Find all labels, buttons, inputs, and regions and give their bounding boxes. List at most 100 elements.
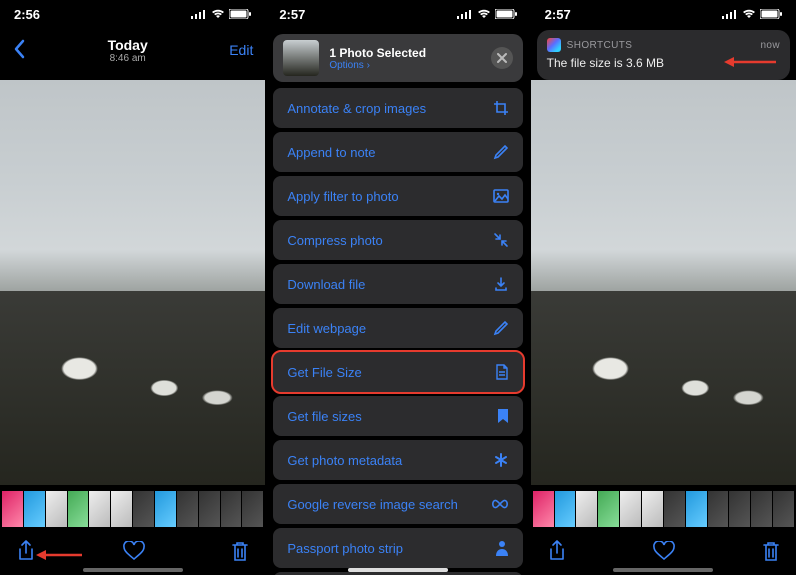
shortcut-action-label: Apply filter to photo — [287, 189, 398, 204]
thumbnail[interactable] — [620, 491, 641, 527]
share-button[interactable] — [16, 539, 36, 563]
share-button[interactable] — [547, 539, 567, 563]
nav-bar: Today 8:46 am Edit — [0, 28, 265, 72]
shortcut-action-label: Compress photo — [287, 233, 382, 248]
thumbnail[interactable] — [773, 491, 794, 527]
nav-title: Today 8:46 am — [108, 37, 148, 64]
shortcut-action[interactable]: Get File Size — [273, 352, 522, 392]
shortcut-actions-list: Annotate & crop images Append to note Appl… — [273, 88, 522, 575]
picture-icon — [491, 189, 509, 203]
photo-viewer[interactable] — [0, 80, 265, 485]
photo-viewer[interactable] — [531, 80, 796, 485]
thumbnail[interactable] — [242, 491, 263, 527]
thumbnail-strip[interactable] — [0, 491, 265, 527]
thumbnail[interactable] — [89, 491, 110, 527]
thumbnail[interactable] — [155, 491, 176, 527]
thumbnail[interactable] — [177, 491, 198, 527]
status-time: 2:57 — [279, 7, 305, 22]
status-time: 2:56 — [14, 7, 40, 22]
shortcut-action[interactable]: Get file sizes — [273, 396, 522, 436]
pencil-icon — [491, 144, 509, 160]
selected-title: 1 Photo Selected — [329, 46, 426, 60]
shortcut-action-label: Annotate & crop images — [287, 101, 426, 116]
nav-title-text: Today — [108, 37, 148, 53]
compress-icon — [491, 232, 509, 248]
status-icons — [457, 9, 517, 19]
edit-button[interactable]: Edit — [213, 42, 253, 58]
notification-header: SHORTCUTS now — [547, 38, 780, 52]
selected-item-header: 1 Photo Selected Options › — [273, 34, 522, 82]
signal-icon — [191, 9, 207, 19]
thumbnail[interactable] — [533, 491, 554, 527]
crop-icon — [491, 100, 509, 116]
thumbnail[interactable] — [598, 491, 619, 527]
home-indicator[interactable] — [613, 568, 713, 572]
wifi-icon — [211, 9, 225, 19]
thumbnail[interactable] — [686, 491, 707, 527]
shortcut-action-label: Get photo metadata — [287, 453, 402, 468]
share-icon — [547, 539, 567, 563]
screen-share-sheet: 2:57 1 Photo Selected Options › Annotate… — [265, 0, 530, 575]
notification-timestamp: now — [760, 40, 780, 51]
signal-icon — [457, 9, 473, 19]
shortcut-action[interactable]: Download file — [273, 264, 522, 304]
thumbnail[interactable] — [68, 491, 89, 527]
status-icons — [191, 9, 251, 19]
wifi-icon — [477, 9, 491, 19]
notification-app-name: SHORTCUTS — [567, 40, 633, 51]
status-bar: 2:57 — [265, 0, 530, 28]
thumbnail[interactable] — [199, 491, 220, 527]
person-icon — [491, 540, 509, 556]
infinity-icon — [491, 498, 509, 510]
wifi-icon — [742, 9, 756, 19]
notification-banner[interactable]: SHORTCUTS now The file size is 3.6 MB — [537, 30, 790, 80]
shortcuts-app-icon — [547, 38, 561, 52]
annotation-arrow — [724, 56, 776, 68]
chevron-left-icon — [12, 39, 26, 59]
close-button[interactable] — [491, 47, 513, 69]
bookmark-icon — [491, 408, 509, 424]
thumbnail[interactable] — [576, 491, 597, 527]
thumbnail[interactable] — [133, 491, 154, 527]
thumbnail[interactable] — [729, 491, 750, 527]
thumbnail[interactable] — [664, 491, 685, 527]
thumbnail[interactable] — [751, 491, 772, 527]
thumbnail-strip[interactable] — [531, 491, 796, 527]
shortcut-action[interactable]: Append to note — [273, 132, 522, 172]
favorite-button[interactable] — [653, 541, 675, 561]
thumbnail[interactable] — [555, 491, 576, 527]
home-indicator[interactable] — [348, 568, 448, 572]
favorite-button[interactable] — [123, 541, 145, 561]
selected-text: 1 Photo Selected Options › — [329, 46, 426, 71]
thumbnail[interactable] — [46, 491, 67, 527]
thumbnail[interactable] — [708, 491, 729, 527]
shortcut-action[interactable]: Google reverse image search — [273, 484, 522, 524]
close-icon — [497, 53, 507, 63]
back-button[interactable] — [12, 39, 42, 62]
shortcut-action[interactable]: Compress photo — [273, 220, 522, 260]
shortcut-action[interactable]: Annotate & crop images — [273, 88, 522, 128]
shortcut-action[interactable]: Edit webpage — [273, 308, 522, 348]
delete-button[interactable] — [762, 540, 780, 562]
options-link[interactable]: Options › — [329, 60, 426, 71]
thumbnail[interactable] — [24, 491, 45, 527]
shortcut-action-label: Google reverse image search — [287, 497, 458, 512]
delete-button[interactable] — [231, 540, 249, 562]
trash-icon — [762, 540, 780, 562]
shortcut-action-label: Download file — [287, 277, 365, 292]
shortcut-action-label: Get File Size — [287, 365, 361, 380]
shortcut-action[interactable]: Get photo metadata — [273, 440, 522, 480]
shortcut-action[interactable]: Apply filter to photo — [273, 176, 522, 216]
thumbnail[interactable] — [642, 491, 663, 527]
shortcut-action-label: Append to note — [287, 145, 375, 160]
thumbnail[interactable] — [111, 491, 132, 527]
battery-icon — [760, 9, 782, 19]
status-time: 2:57 — [545, 7, 571, 22]
thumbnail[interactable] — [221, 491, 242, 527]
battery-icon — [495, 9, 517, 19]
home-indicator[interactable] — [83, 568, 183, 572]
shortcut-action[interactable]: Passport photo strip — [273, 528, 522, 568]
share-icon — [16, 539, 36, 563]
thumbnail[interactable] — [2, 491, 23, 527]
signal-icon — [722, 9, 738, 19]
